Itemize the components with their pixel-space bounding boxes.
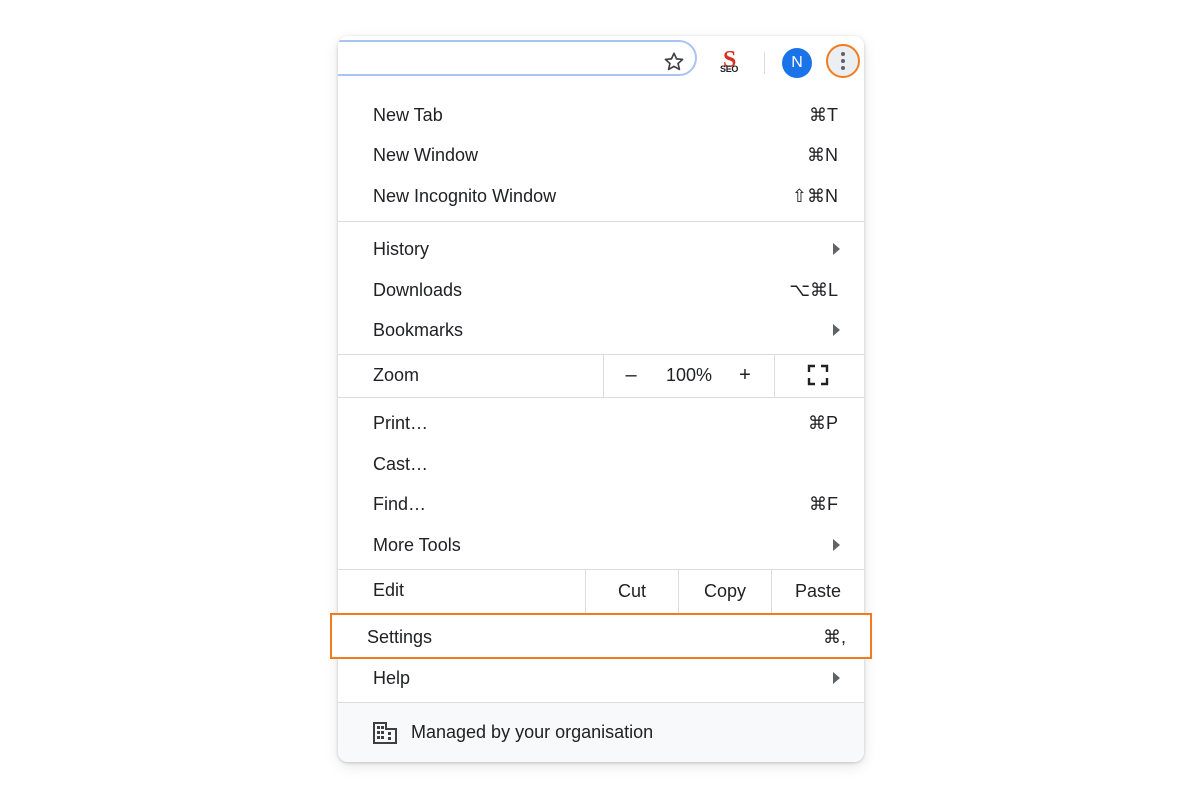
submenu-arrow-icon (833, 672, 840, 684)
more-menu-icon-dot (841, 59, 845, 63)
menu-item-label: Help (373, 668, 411, 688)
menu-item-label: Print… (373, 413, 429, 433)
menu-item-settings[interactable]: Settings ⌘, (330, 613, 872, 659)
edit-label: Edit (373, 580, 405, 600)
menu-item-label: New Incognito Window (373, 186, 557, 206)
more-menu-button[interactable] (826, 44, 860, 78)
toolbar-divider (764, 52, 765, 74)
menu-separator (338, 397, 864, 398)
menu-item-label: Cast… (373, 454, 429, 474)
menu-item-cast[interactable]: Cast… (338, 444, 864, 484)
menu-item-history[interactable]: History (338, 229, 864, 269)
zoom-row: Zoom – 100% + (338, 354, 864, 397)
menu-item-label: Settings (367, 627, 433, 647)
menu-item-new-window[interactable]: New Window ⌘N (338, 135, 864, 175)
cut-button[interactable]: Cut (586, 569, 678, 613)
menu-item-more-tools[interactable]: More Tools (338, 525, 864, 565)
menu-item-label: Find… (373, 494, 427, 514)
fullscreen-icon[interactable] (807, 364, 829, 386)
managed-by-organisation[interactable]: Managed by your organisation (338, 703, 864, 762)
browser-toolbar: S SEO N (338, 36, 864, 86)
zoom-divider (603, 354, 604, 397)
menu-item-shortcut: ⌘N (807, 145, 838, 165)
menu-item-label: Bookmarks (373, 320, 464, 340)
zoom-in-button[interactable]: + (732, 360, 758, 390)
zoom-divider (774, 354, 775, 397)
menu-item-downloads[interactable]: Downloads ⌥⌘L (338, 270, 864, 310)
menu-item-print[interactable]: Print… ⌘P (338, 403, 864, 443)
menu-separator (338, 221, 864, 222)
zoom-level: 100% (665, 365, 713, 385)
menu-item-label: History (373, 239, 430, 259)
submenu-arrow-icon (833, 539, 840, 551)
seo-extension-icon[interactable]: S SEO (719, 47, 747, 76)
menu-item-shortcut: ⌘T (809, 105, 838, 125)
menu-item-find[interactable]: Find… ⌘F (338, 484, 864, 524)
menu-item-new-incognito-window[interactable]: New Incognito Window ⇧⌘N (338, 176, 864, 216)
menu-item-label: More Tools (373, 535, 461, 555)
more-menu-icon (841, 52, 845, 56)
submenu-arrow-icon (833, 324, 840, 336)
managed-label: Managed by your organisation (411, 722, 654, 742)
menu-item-bookmarks[interactable]: Bookmarks (338, 310, 864, 350)
menu-item-label: New Tab (373, 105, 443, 125)
edit-row: Edit Cut Copy Paste (338, 569, 864, 613)
menu-item-new-tab[interactable]: New Tab ⌘T (338, 95, 864, 135)
star-icon[interactable] (663, 51, 685, 73)
zoom-label: Zoom (373, 365, 420, 385)
menu-item-label: New Window (373, 145, 479, 165)
menu-item-shortcut: ⌘F (809, 494, 838, 514)
paste-button[interactable]: Paste (772, 569, 864, 613)
address-bar[interactable] (338, 40, 697, 76)
menu-item-help[interactable]: Help (338, 658, 864, 698)
submenu-arrow-icon (833, 243, 840, 255)
menu-item-shortcut: ⌘, (822, 627, 846, 647)
menu-item-shortcut: ⇧⌘N (791, 186, 838, 206)
menu-item-shortcut: ⌥⌘L (789, 280, 838, 300)
copy-button[interactable]: Copy (679, 569, 771, 613)
menu-item-shortcut: ⌘P (807, 413, 838, 433)
menu-item-label: Downloads (373, 280, 463, 300)
extension-text: SEO (720, 64, 739, 74)
profile-avatar[interactable]: N (782, 48, 812, 78)
zoom-out-button[interactable]: – (618, 360, 644, 390)
building-icon (373, 722, 397, 744)
more-menu-icon-dot (841, 66, 845, 70)
